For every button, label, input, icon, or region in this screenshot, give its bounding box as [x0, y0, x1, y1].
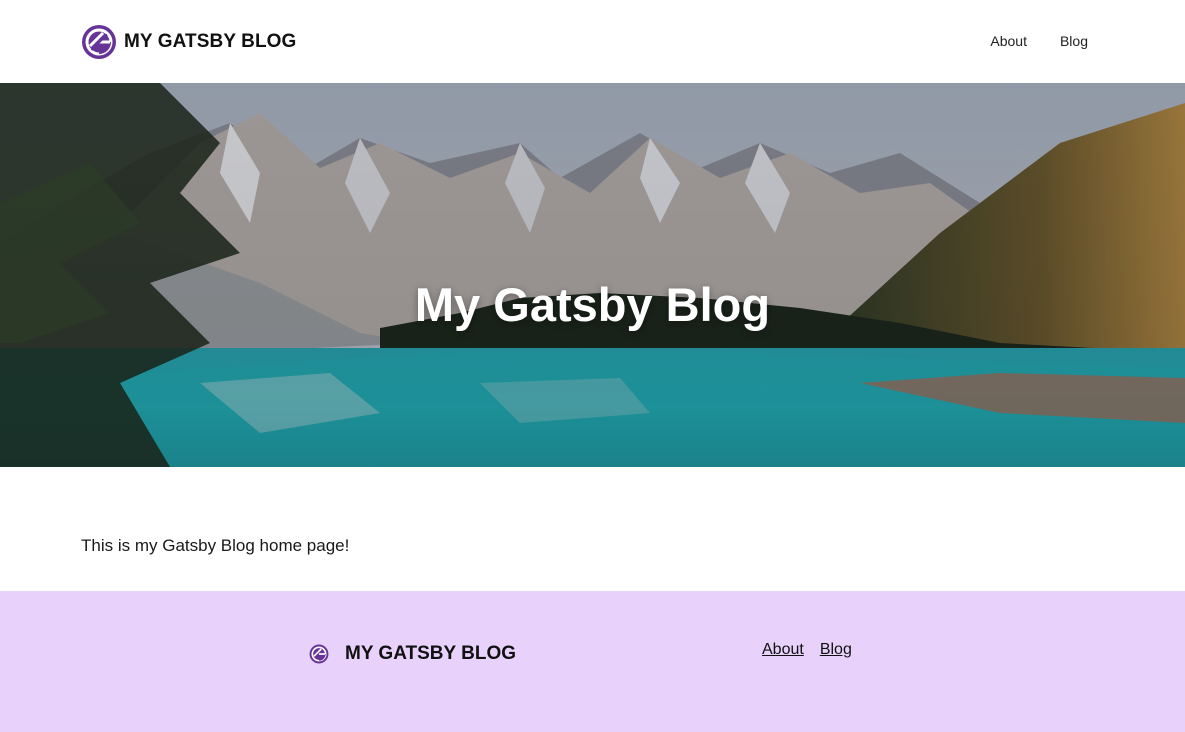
gatsby-logo-icon — [82, 25, 116, 59]
footer-brand-link[interactable]: MY GATSBY BLOG — [309, 643, 516, 665]
footer-brand-title: MY GATSBY BLOG — [345, 643, 517, 664]
site-footer: MY GATSBY BLOG About Blog — [0, 591, 1185, 732]
hero-banner: My Gatsby Blog — [0, 83, 1185, 467]
brand-title: MY GATSBY BLOG — [124, 31, 297, 52]
mountain-lake-photo — [0, 83, 1185, 467]
gatsby-logo-icon — [309, 644, 329, 664]
brand-home-link[interactable]: MY GATSBY BLOG — [81, 24, 296, 60]
footer-nav: About Blog — [762, 641, 852, 659]
main-content: This is my Gatsby Blog home page! — [0, 467, 1185, 591]
footer-about-link[interactable]: About — [762, 641, 804, 659]
hero-title: My Gatsby Blog — [414, 278, 771, 332]
header-nav: About Blog — [990, 33, 1088, 49]
intro-text: This is my Gatsby Blog home page! — [81, 536, 350, 555]
site-header: MY GATSBY BLOG About Blog — [0, 0, 1185, 83]
nav-blog-link[interactable]: Blog — [1060, 33, 1088, 49]
nav-about-link[interactable]: About — [990, 33, 1027, 49]
footer-blog-link[interactable]: Blog — [820, 641, 852, 659]
